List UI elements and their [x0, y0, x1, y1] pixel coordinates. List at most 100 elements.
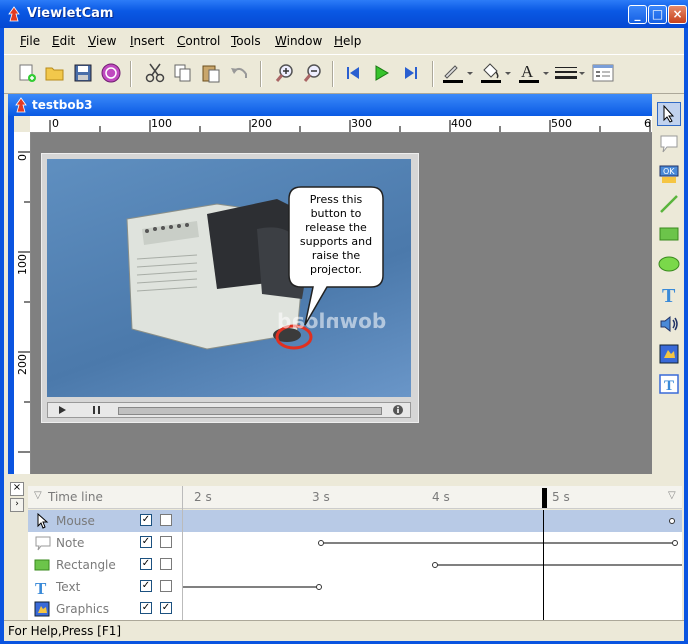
cut-button[interactable]: [142, 61, 168, 85]
arrow-pointer-icon: [663, 105, 675, 123]
timeline-row-rectangle[interactable]: Rectangle ✓: [28, 554, 682, 577]
time-tick-label: 4 s: [432, 490, 450, 504]
lock-checkbox[interactable]: [160, 580, 172, 592]
toolbar-separator: [432, 61, 434, 87]
paint-bucket-icon: [481, 63, 511, 83]
new-document-button[interactable]: [14, 61, 40, 85]
zoom-in-button[interactable]: [272, 61, 298, 85]
play-button[interactable]: [368, 61, 394, 85]
ruler-label: 200: [251, 117, 272, 130]
note-track[interactable]: [183, 532, 682, 554]
row-name: Text: [56, 580, 81, 594]
lock-checkbox[interactable]: [160, 514, 172, 526]
line-width-icon: [555, 67, 585, 79]
rectangle-tool-button[interactable]: [657, 222, 681, 246]
copy-icon: [174, 64, 191, 82]
progress-track[interactable]: [118, 407, 382, 415]
close-timeline-icon[interactable]: ×: [10, 482, 24, 496]
captured-slide[interactable]: download Press this button to release th…: [41, 153, 419, 423]
mouse-pointer-icon: [37, 513, 49, 529]
graphics-icon: [34, 601, 50, 617]
menu-edit[interactable]: Edit: [52, 34, 75, 48]
timeline-dropdown-icon[interactable]: ▽: [668, 490, 676, 501]
document-logo-icon: [15, 97, 27, 113]
menu-help[interactable]: Help: [334, 34, 361, 48]
timeline-header-label: Time line: [48, 490, 103, 504]
visible-checkbox[interactable]: ✓: [140, 580, 152, 592]
button-tool-button[interactable]: OK: [657, 162, 681, 186]
timeline-row-mouse[interactable]: Mouse ✓: [28, 510, 682, 533]
document-title: testbob3: [32, 98, 93, 112]
ruler-label: 6: [644, 117, 651, 130]
paste-icon: [202, 65, 220, 83]
menu-view[interactable]: View: [88, 34, 116, 48]
visible-checkbox[interactable]: ✓: [140, 514, 152, 526]
editing-canvas[interactable]: download Press this button to release th…: [31, 133, 652, 474]
toolbar-separator: [130, 61, 132, 87]
document-window: testbob3 0 100 200 300 400 500 6 0 100 2…: [8, 94, 652, 474]
undo-button[interactable]: [226, 61, 252, 85]
rectangle-track[interactable]: [183, 554, 682, 576]
playhead-marker[interactable]: [542, 488, 547, 508]
zoom-out-button[interactable]: [300, 61, 326, 85]
viewletcam-logo-icon: [8, 6, 20, 22]
lock-checkbox[interactable]: [160, 558, 172, 570]
title-bar[interactable]: ViewletCam _ □ ×: [0, 0, 688, 28]
textbox-tool-button[interactable]: T: [657, 372, 681, 396]
open-button[interactable]: [42, 61, 68, 85]
floppy-disk-icon: [74, 64, 92, 82]
visible-checkbox[interactable]: ✓: [140, 602, 152, 614]
menu-insert[interactable]: Insert: [130, 34, 164, 48]
skip-back-icon: [347, 67, 359, 79]
go-to-start-button[interactable]: [340, 61, 366, 85]
font-color-button[interactable]: A: [516, 61, 550, 85]
graphics-track[interactable]: [183, 598, 682, 620]
ellipse-icon: [658, 256, 680, 272]
ruler-label: 400: [451, 117, 472, 130]
play-icon[interactable]: [56, 405, 70, 415]
mouse-track[interactable]: [183, 510, 682, 532]
document-title-bar[interactable]: testbob3: [8, 94, 652, 116]
graphics-tool-button[interactable]: [657, 342, 681, 366]
lock-checkbox[interactable]: ✓: [160, 602, 172, 614]
chevron-right-icon[interactable]: ›: [10, 498, 24, 512]
maximize-button[interactable]: □: [648, 5, 667, 24]
ellipse-tool-button[interactable]: [657, 252, 681, 276]
lock-checkbox[interactable]: [160, 536, 172, 548]
note-icon: [35, 536, 51, 551]
timeline-row-note[interactable]: Note ✓: [28, 532, 682, 555]
note-tool-button[interactable]: [657, 132, 681, 156]
copy-button[interactable]: [170, 61, 196, 85]
close-button[interactable]: ×: [668, 5, 687, 24]
menu-window[interactable]: Window: [275, 34, 322, 48]
minimize-button[interactable]: _: [628, 5, 647, 24]
publish-button[interactable]: [98, 61, 124, 85]
select-tool-button[interactable]: [657, 102, 681, 126]
menu-tools[interactable]: Tools: [231, 34, 261, 48]
timeline-row-text[interactable]: T Text ✓: [28, 576, 682, 599]
app-window: ViewletCam _ □ × File Edit View Insert C…: [0, 0, 688, 644]
visible-checkbox[interactable]: ✓: [140, 536, 152, 548]
line-style-button[interactable]: [552, 61, 586, 85]
text-track[interactable]: [183, 576, 682, 598]
note-callout-text: Press this button to release the support…: [299, 193, 373, 276]
menu-file[interactable]: File: [20, 34, 40, 48]
properties-button[interactable]: [590, 61, 616, 85]
text-tool-icon: T: [662, 285, 676, 305]
timeline-row-graphics[interactable]: Graphics ✓ ✓: [28, 598, 682, 621]
visible-checkbox[interactable]: ✓: [140, 558, 152, 570]
line-color-button[interactable]: [440, 61, 474, 85]
menu-control[interactable]: Control: [177, 34, 220, 48]
collapse-triangle-icon[interactable]: ▽: [34, 490, 42, 501]
pause-icon[interactable]: [90, 405, 104, 415]
paste-button[interactable]: [198, 61, 224, 85]
line-tool-button[interactable]: [657, 192, 681, 216]
fill-color-button[interactable]: [478, 61, 512, 85]
text-tool-button[interactable]: T: [657, 282, 681, 306]
sound-tool-button[interactable]: [657, 312, 681, 336]
object-toolbar: OK T T: [652, 94, 684, 440]
save-button[interactable]: [70, 61, 96, 85]
timeline-header: ▽ Time line 2 s 3 s 4 s 5 s ▽: [28, 486, 682, 509]
info-icon[interactable]: [392, 404, 404, 416]
go-to-end-button[interactable]: [398, 61, 424, 85]
